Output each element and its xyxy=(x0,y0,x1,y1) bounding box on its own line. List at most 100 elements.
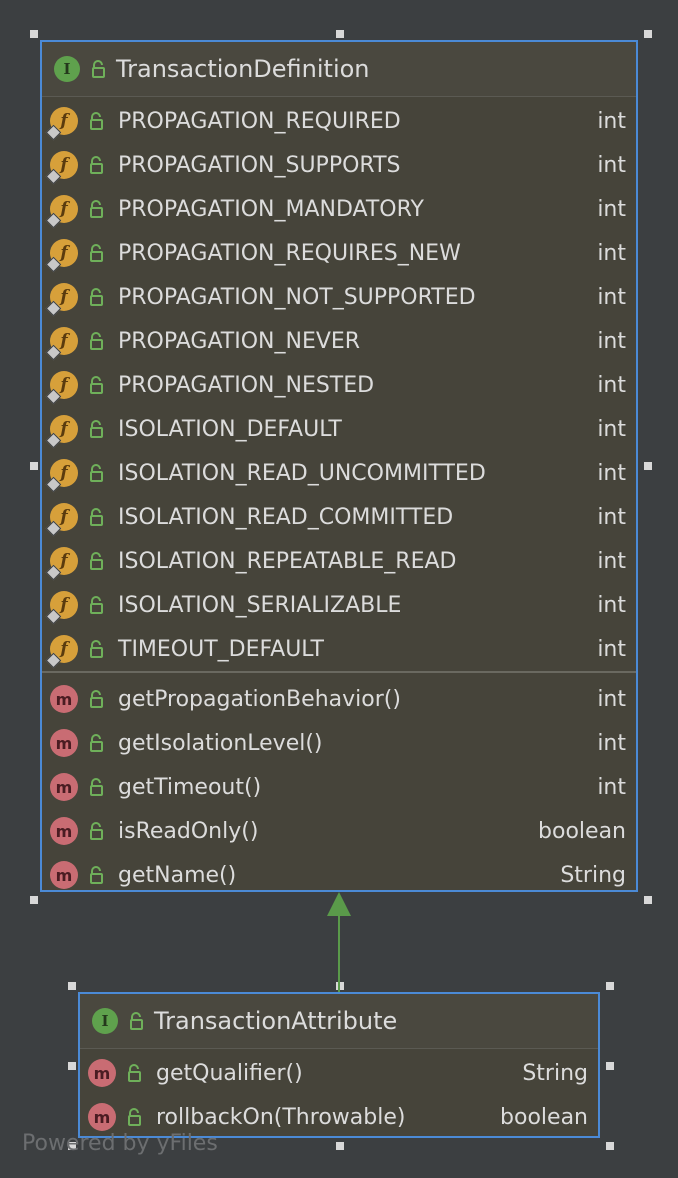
field-name: ISOLATION_READ_COMMITTED xyxy=(118,504,454,530)
public-lock-icon xyxy=(90,596,103,614)
inheritance-edge[interactable] xyxy=(338,912,340,992)
field-row[interactable]: f PROPAGATION_NESTED int xyxy=(42,363,636,407)
method-icon: m xyxy=(50,729,78,757)
member-type: int xyxy=(597,592,626,618)
final-field-icon: f xyxy=(45,195,78,229)
node-title: TransactionAttribute xyxy=(154,1007,398,1035)
method-icon: m xyxy=(88,1103,116,1131)
public-lock-icon xyxy=(90,420,103,438)
selection-handle[interactable] xyxy=(30,30,38,38)
watermark: Powered by yFiles xyxy=(22,1131,218,1156)
selection-handle[interactable] xyxy=(644,462,652,470)
field-row[interactable]: f PROPAGATION_REQUIRED int xyxy=(42,99,636,143)
field-name: PROPAGATION_NESTED xyxy=(118,372,375,398)
field-row[interactable]: f PROPAGATION_NOT_SUPPORTED int xyxy=(42,275,636,319)
selection-handle[interactable] xyxy=(606,1062,614,1070)
member-type: int xyxy=(597,416,626,442)
final-field-icon: f xyxy=(45,239,78,273)
member-type: int xyxy=(597,504,626,530)
field-name: TIMEOUT_DEFAULT xyxy=(118,636,324,662)
final-field-icon: f xyxy=(45,635,78,669)
public-lock-icon xyxy=(90,288,103,306)
method-icon: m xyxy=(50,773,78,801)
method-name: rollbackOn(Throwable) xyxy=(156,1104,406,1130)
public-lock-icon xyxy=(90,690,103,708)
field-name: ISOLATION_READ_UNCOMMITTED xyxy=(118,460,486,486)
method-row[interactable]: m getIsolationLevel() int xyxy=(42,721,636,765)
node-header: I TransactionAttribute xyxy=(80,994,598,1049)
public-lock-icon xyxy=(130,1012,143,1030)
fields-section: f PROPAGATION_REQUIRED int f PROPAGATION_SUP… xyxy=(42,99,636,673)
method-row[interactable]: m getPropagationBehavior() int xyxy=(42,677,636,721)
public-lock-icon xyxy=(90,640,103,658)
public-lock-icon xyxy=(90,200,103,218)
public-lock-icon xyxy=(128,1108,141,1126)
field-row[interactable]: f PROPAGATION_NEVER int xyxy=(42,319,636,363)
member-type: int xyxy=(597,730,626,756)
method-name: getTimeout() xyxy=(118,774,262,800)
field-row[interactable]: f ISOLATION_DEFAULT int xyxy=(42,407,636,451)
final-field-icon: f xyxy=(45,591,78,625)
public-lock-icon xyxy=(90,112,103,130)
public-lock-icon xyxy=(90,866,103,884)
final-field-icon: f xyxy=(45,547,78,581)
final-field-icon: f xyxy=(45,371,78,405)
method-row[interactable]: m getName() String xyxy=(42,853,636,897)
selection-handle[interactable] xyxy=(30,462,38,470)
member-type: boolean xyxy=(500,1104,588,1130)
field-row[interactable]: f ISOLATION_SERIALIZABLE int xyxy=(42,583,636,627)
methods-section: m getPropagationBehavior() int m getIsolatio… xyxy=(42,673,636,897)
member-type: String xyxy=(560,862,626,888)
member-type: int xyxy=(597,372,626,398)
selection-handle[interactable] xyxy=(644,896,652,904)
field-row[interactable]: f ISOLATION_READ_UNCOMMITTED int xyxy=(42,451,636,495)
selection-handle[interactable] xyxy=(606,982,614,990)
field-row[interactable]: f ISOLATION_READ_COMMITTED int xyxy=(42,495,636,539)
field-row[interactable]: f TIMEOUT_DEFAULT int xyxy=(42,627,636,671)
member-type: int xyxy=(597,108,626,134)
public-lock-icon xyxy=(90,156,103,174)
field-row[interactable]: f PROPAGATION_REQUIRES_NEW int xyxy=(42,231,636,275)
public-lock-icon xyxy=(90,332,103,350)
interface-icon: I xyxy=(92,1008,118,1034)
class-node-transaction-attribute[interactable]: I TransactionAttribute m getQualifier() St… xyxy=(78,992,600,1138)
public-lock-icon xyxy=(90,464,103,482)
node-title: TransactionDefinition xyxy=(116,55,370,83)
member-type: int xyxy=(597,548,626,574)
selection-handle[interactable] xyxy=(606,1142,614,1150)
public-lock-icon xyxy=(90,244,103,262)
field-name: PROPAGATION_REQUIRES_NEW xyxy=(118,240,461,266)
field-row[interactable]: f PROPAGATION_SUPPORTS int xyxy=(42,143,636,187)
field-name: PROPAGATION_MANDATORY xyxy=(118,196,424,222)
method-row[interactable]: m isReadOnly() boolean xyxy=(42,809,636,853)
method-icon: m xyxy=(50,861,78,889)
field-row[interactable]: f ISOLATION_REPEATABLE_READ int xyxy=(42,539,636,583)
method-icon: m xyxy=(50,685,78,713)
method-name: getIsolationLevel() xyxy=(118,730,323,756)
method-row[interactable]: m getQualifier() String xyxy=(80,1051,598,1095)
selection-handle[interactable] xyxy=(644,30,652,38)
selection-handle[interactable] xyxy=(68,982,76,990)
public-lock-icon xyxy=(92,60,105,78)
field-row[interactable]: f PROPAGATION_MANDATORY int xyxy=(42,187,636,231)
member-type: int xyxy=(597,328,626,354)
selection-handle[interactable] xyxy=(336,1142,344,1150)
selection-handle[interactable] xyxy=(68,1062,76,1070)
method-row[interactable]: m getTimeout() int xyxy=(42,765,636,809)
member-type: int xyxy=(597,636,626,662)
field-name: PROPAGATION_NOT_SUPPORTED xyxy=(118,284,476,310)
member-type: int xyxy=(597,460,626,486)
public-lock-icon xyxy=(90,508,103,526)
inheritance-arrow-icon xyxy=(327,892,351,916)
node-header: I TransactionDefinition xyxy=(42,42,636,97)
final-field-icon: f xyxy=(45,283,78,317)
selection-handle[interactable] xyxy=(30,896,38,904)
final-field-icon: f xyxy=(45,107,78,141)
class-node-transaction-definition[interactable]: I TransactionDefinition f PROPAGATION_REQ… xyxy=(40,40,638,892)
member-type: int xyxy=(597,284,626,310)
public-lock-icon xyxy=(90,734,103,752)
selection-handle[interactable] xyxy=(336,30,344,38)
member-type: int xyxy=(597,196,626,222)
method-name: getQualifier() xyxy=(156,1060,303,1086)
member-type: boolean xyxy=(538,818,626,844)
